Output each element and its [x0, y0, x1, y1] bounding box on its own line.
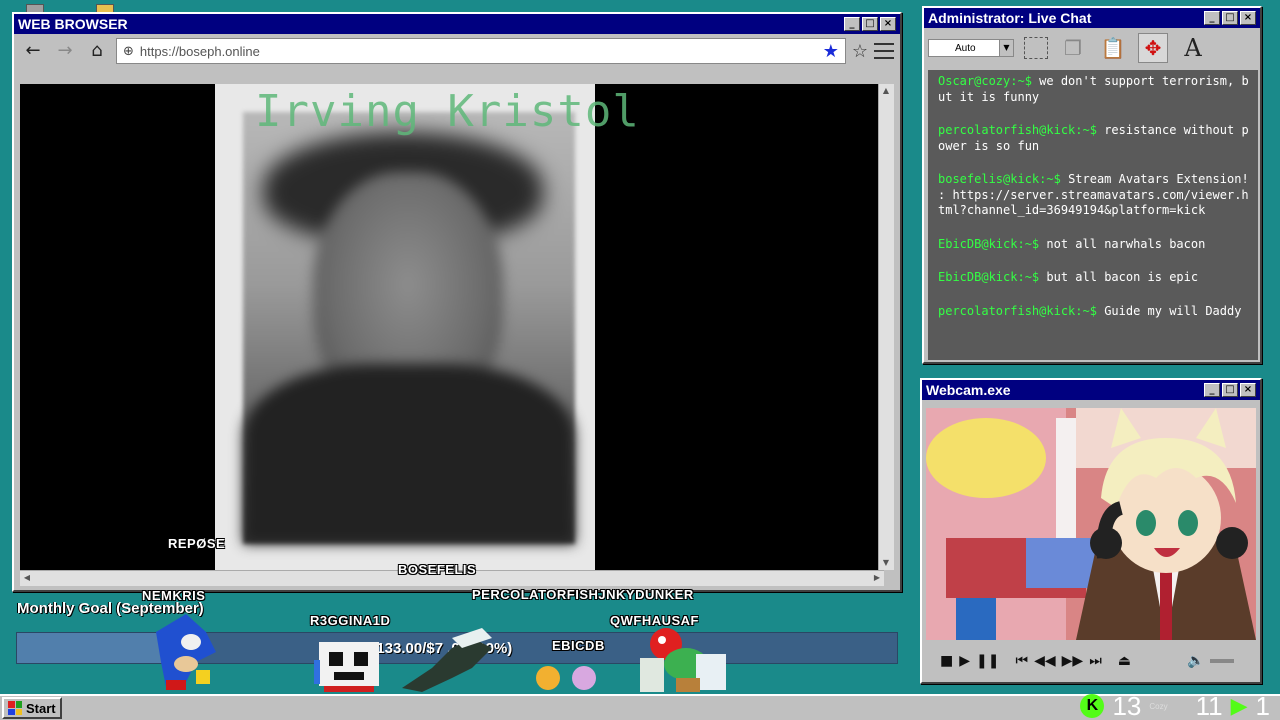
browser-titlebar[interactable]: WEB BROWSER _ □ × — [14, 14, 900, 34]
chat-title: Administrator: Live Chat — [928, 10, 1092, 26]
text-icon[interactable]: A — [1178, 33, 1208, 63]
kick-logo-icon[interactable]: K — [1080, 694, 1105, 718]
scroll-down-icon[interactable]: ▼ — [879, 556, 893, 570]
paste-icon[interactable]: 📋 — [1098, 33, 1128, 63]
tray-count-1: 13 — [1112, 690, 1142, 720]
play-icon[interactable]: ▶ — [959, 653, 970, 669]
avatar-name-r3gginald: R3GGINA1D — [310, 613, 391, 628]
select-icon[interactable] — [1024, 37, 1048, 59]
scroll-right-icon[interactable]: ▶ — [870, 571, 884, 585]
close-button[interactable]: × — [1240, 11, 1256, 25]
scroll-left-icon[interactable]: ◀ — [20, 571, 34, 585]
maximize-button[interactable]: □ — [862, 17, 878, 31]
minimize-button[interactable]: _ — [844, 17, 860, 31]
browser-navbar: ← → ⌂ ⊕ https://boseph.online ★ ☆ — [14, 34, 900, 68]
webcam-title: Webcam.exe — [926, 382, 1011, 398]
minimize-button[interactable]: _ — [1204, 383, 1220, 397]
rewind-icon[interactable]: ◀◀ — [1034, 653, 1056, 669]
home-icon[interactable]: ⌂ — [84, 39, 110, 63]
avatar-name-percolator: PERCOLATORFISHJNKYDUNKER — [472, 587, 694, 602]
avatar-name-nemkris: NEMKRIS — [142, 588, 206, 603]
cozy-app-icon[interactable]: Cozy — [1149, 702, 1167, 711]
chat-message: EbicDB@kick:~$ not all narwhals bacon — [938, 236, 1206, 251]
url-text: https://boseph.online — [139, 43, 260, 59]
start-label: Start — [26, 700, 56, 716]
avatar-name-qwfhausaf: QWFHAUSAF — [610, 613, 699, 628]
copy-icon[interactable]: ❐ — [1058, 33, 1088, 63]
scroll-up-icon[interactable]: ▲ — [879, 84, 893, 98]
fast-forward-icon[interactable]: ▶▶ — [1062, 653, 1084, 669]
chat-window: Administrator: Live Chat _ □ × Auto ▼ ❐ … — [922, 6, 1262, 364]
avatar-name-bosefelis: BOSEFELIS — [398, 562, 477, 577]
chat-message: EbicDB@kick:~$ but all bacon is epic — [938, 270, 1199, 284]
start-button[interactable]: Start — [2, 697, 62, 719]
chat-message: percolatorfish@kick:~$ resistance withou… — [938, 123, 1249, 153]
plant-avatar-sprite — [640, 628, 726, 692]
chat-messages[interactable]: Oscar@cozy:~$ we don't support terrorism… — [928, 70, 1258, 360]
webcam-feed — [926, 408, 1256, 640]
eject-icon[interactable]: ⏏ — [1118, 653, 1131, 669]
chat-titlebar[interactable]: Administrator: Live Chat _ □ × — [924, 8, 1260, 28]
system-tray: K 13 Cozy 11 ▶ 1 — [1080, 690, 1270, 720]
browser-title: WEB BROWSER — [18, 16, 128, 32]
skip-end-icon[interactable]: ⏭ — [1089, 653, 1102, 669]
volume-icon[interactable]: 🔈 — [1187, 653, 1204, 669]
ninja-avatar-sprite — [402, 628, 492, 692]
page-content[interactable]: Irving Kristol — [20, 84, 884, 570]
robot-avatar-sprite — [314, 642, 379, 692]
tray-count-3: 1 — [1255, 690, 1270, 720]
move-icon[interactable]: ✥ — [1138, 33, 1168, 63]
avatar-name-ebicdb: EBICDB — [552, 638, 605, 653]
portrait-photo — [215, 84, 595, 570]
chat-message: percolatorfish@kick:~$ Guide my will Dad… — [938, 303, 1242, 318]
address-bar[interactable]: ⊕ https://boseph.online ★ — [116, 38, 846, 64]
sonic-avatar-sprite — [156, 614, 216, 690]
media-controls: ■ ▶ ❚❚ ⏮ ◀◀ ▶▶ ⏭ ⏏ 🔈 — [926, 646, 1256, 676]
webcam-titlebar[interactable]: Webcam.exe _ □ × — [922, 380, 1260, 400]
volume-slider[interactable] — [1210, 659, 1235, 663]
webcam-window: Webcam.exe _ □ × ■ ▶ ❚❚ ⏮ ◀◀ ▶▶ ⏭ ⏏ 🔈 — [920, 378, 1262, 684]
maximize-button[interactable]: □ — [1222, 11, 1238, 25]
globe-icon: ⊕ — [123, 43, 134, 59]
avatar-name-repose: REPØSE — [168, 536, 226, 551]
page-heading: Irving Kristol — [255, 86, 640, 137]
back-arrow-icon[interactable]: ← — [20, 39, 46, 63]
maximize-button[interactable]: □ — [1222, 383, 1238, 397]
font-size-select[interactable]: Auto ▼ — [928, 39, 1014, 57]
stop-icon[interactable]: ■ — [940, 653, 953, 669]
font-size-value: Auto — [955, 42, 976, 54]
close-button[interactable]: × — [880, 17, 896, 31]
forward-arrow-icon[interactable]: → — [52, 39, 78, 63]
chevron-down-icon: ▼ — [999, 40, 1013, 56]
menu-icon[interactable] — [874, 43, 894, 59]
anime-avatar-image — [926, 408, 1256, 640]
small-creature-sprites — [536, 666, 596, 690]
chat-toolbar: Auto ▼ ❐ 📋 ✥ A — [924, 28, 1260, 68]
pause-icon[interactable]: ❚❚ — [976, 653, 999, 669]
chat-message: Oscar@cozy:~$ we don't support terrorism… — [938, 74, 1249, 104]
tray-count-2: 11 — [1195, 690, 1223, 720]
vertical-scrollbar[interactable]: ▲ ▼ — [878, 84, 894, 570]
windows-logo-icon — [8, 701, 22, 715]
close-button[interactable]: × — [1240, 383, 1256, 397]
browser-window: WEB BROWSER _ □ × ← → ⌂ ⊕ https://boseph… — [12, 12, 902, 592]
chat-message: bosefelis@kick:~$ Stream Avatars Extensi… — [938, 172, 1249, 217]
play-arrow-icon[interactable]: ▶ — [1231, 694, 1248, 719]
minimize-button[interactable]: _ — [1204, 11, 1220, 25]
bookmarked-star-icon[interactable]: ★ — [823, 41, 839, 62]
favorites-star-icon[interactable]: ☆ — [852, 41, 868, 62]
skip-start-icon[interactable]: ⏮ — [1015, 653, 1028, 669]
